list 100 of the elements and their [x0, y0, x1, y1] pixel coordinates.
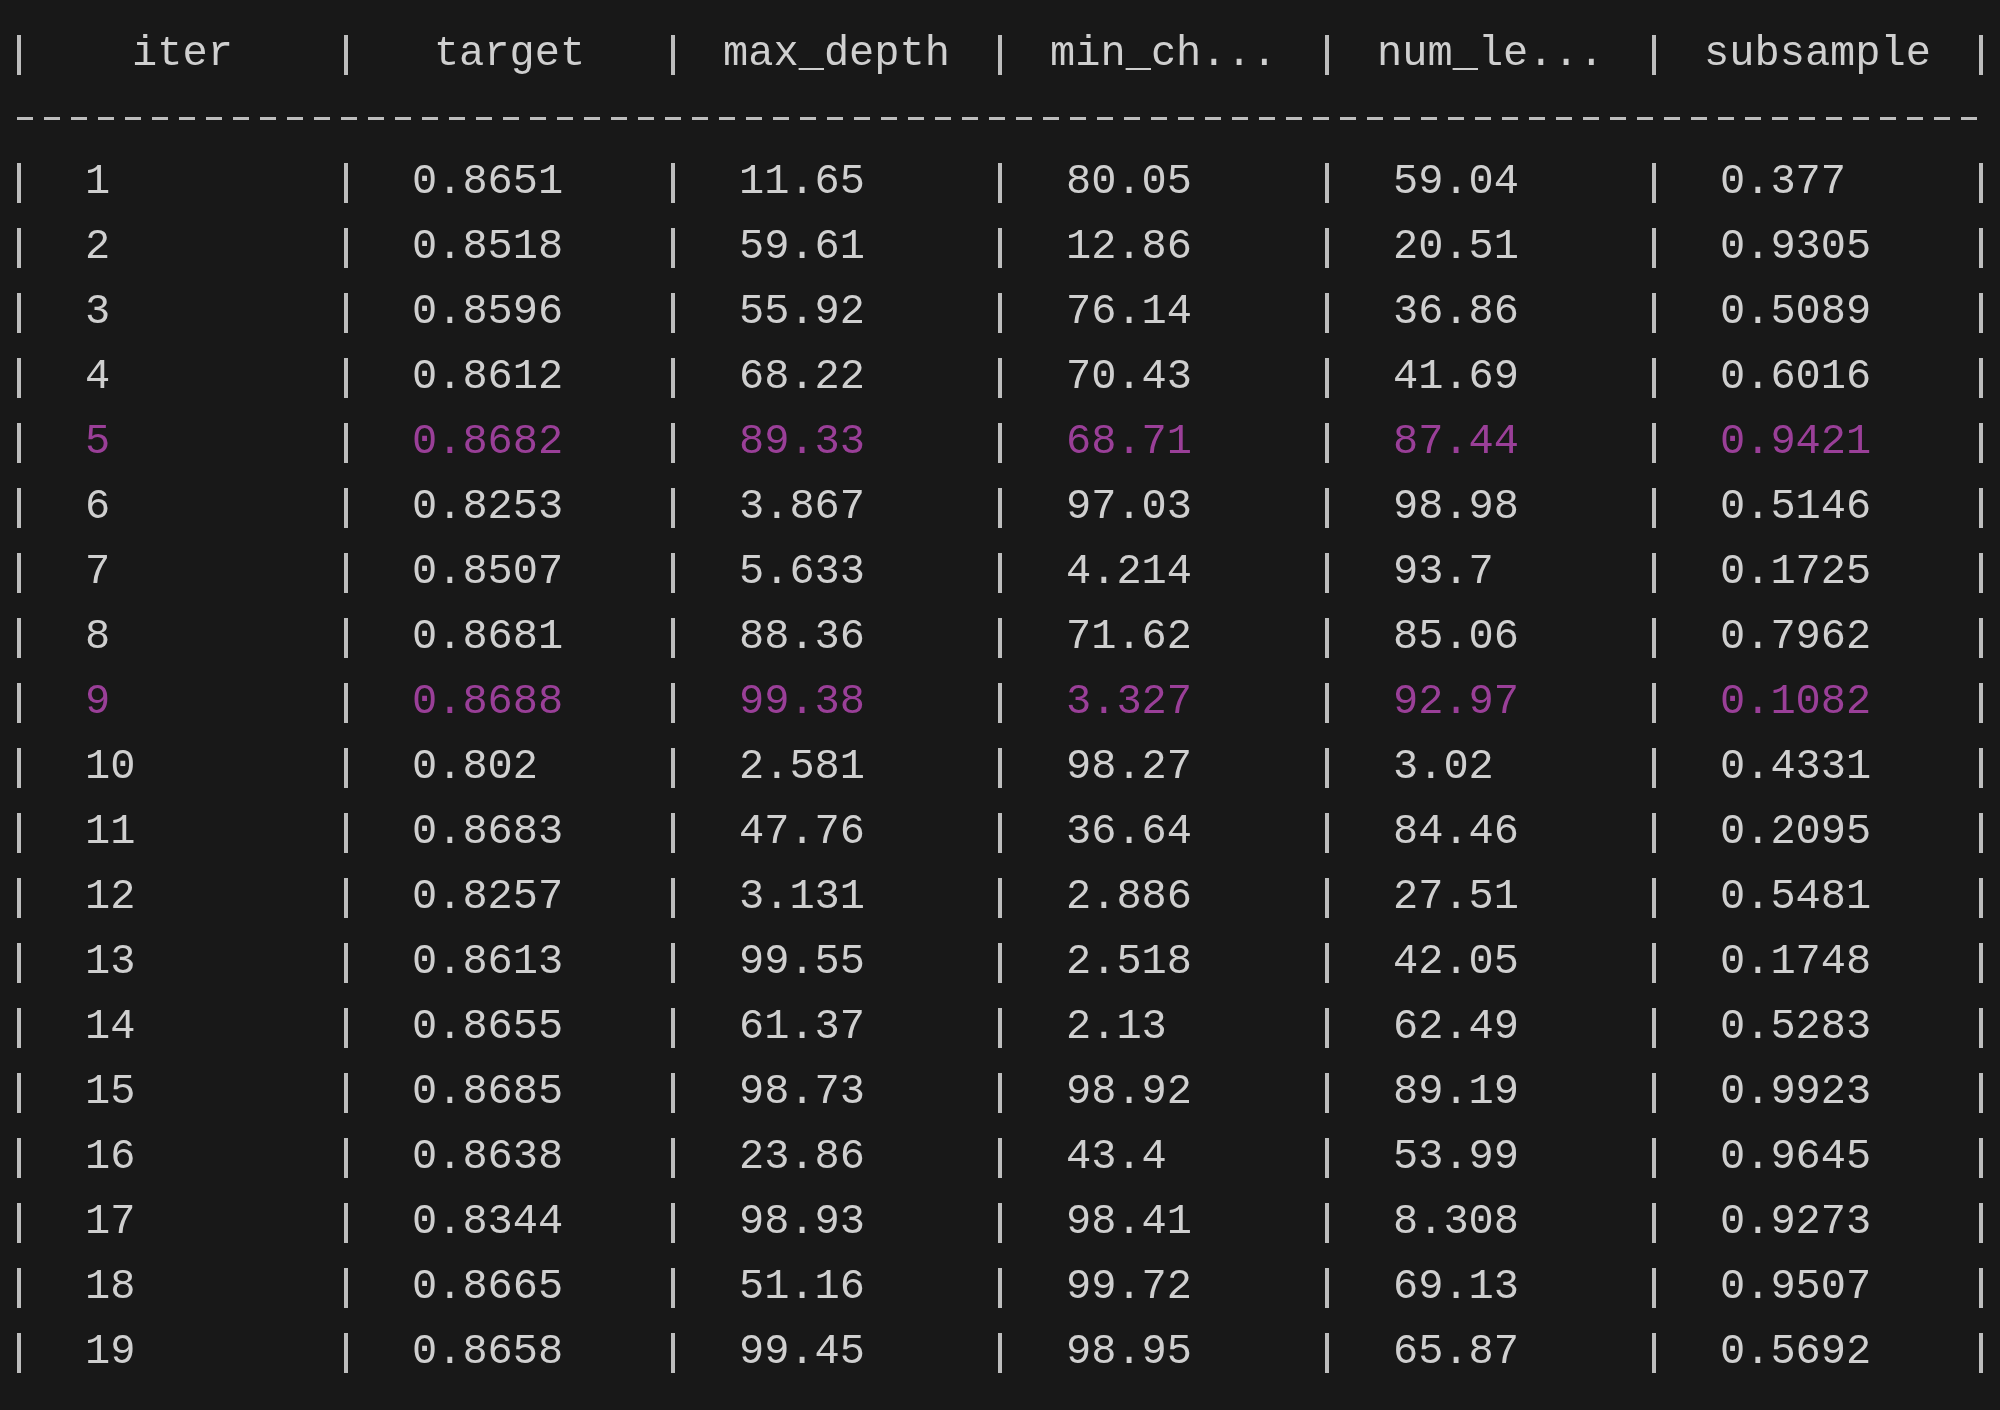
table-cell-text: 2.518 — [1065, 937, 1193, 988]
table-cell-text: 13 — [84, 937, 136, 988]
table-cell-text: 51.16 — [738, 1262, 866, 1313]
table-cell-text: 14 — [84, 1002, 136, 1053]
table-cell-text: 0.5089 — [1719, 287, 1872, 338]
table-cell-text: 2.886 — [1065, 872, 1193, 923]
table-cell-text: 0.8665 — [411, 1262, 564, 1313]
table-cell-text: 0.2095 — [1719, 807, 1872, 858]
table-cell-text: 98.92 — [1065, 1067, 1193, 1118]
table-cell-text: 0.8681 — [411, 612, 564, 663]
table-cell-text: 89.33 — [738, 417, 866, 468]
table-cell-text: 0.8682 — [411, 417, 564, 468]
table-cell-text: 93.7 — [1392, 547, 1494, 598]
table-cell-text: 0.9923 — [1719, 1067, 1872, 1118]
table-cell-text: 43.4 — [1065, 1132, 1167, 1183]
table-cell-text: 47.76 — [738, 807, 866, 858]
table-cell-text: 7 — [84, 547, 111, 598]
table-cell-text: 6 — [84, 482, 111, 533]
table-cell-text: 27.51 — [1392, 872, 1520, 923]
table-cell-text: 59.61 — [738, 222, 866, 273]
table-cell-text: 0.9273 — [1719, 1197, 1872, 1248]
table-cell-text: 89.19 — [1392, 1067, 1520, 1118]
table-cell-text: 92.97 — [1392, 677, 1520, 728]
table-cell-text: 3.867 — [738, 482, 866, 533]
table-cell-text: 15 — [84, 1067, 136, 1118]
table-cell-text: 0.377 — [1719, 157, 1847, 208]
table-cell-text: 0.7962 — [1719, 612, 1872, 663]
table-cell-text: 85.06 — [1392, 612, 1520, 663]
table-cell-text: 10 — [84, 742, 136, 793]
table-cell-text: 0.8344 — [411, 1197, 564, 1248]
table-cell-text: 0.9645 — [1719, 1132, 1872, 1183]
table-cell-text: 42.05 — [1392, 937, 1520, 988]
table-cell-text: 0.1082 — [1719, 677, 1872, 728]
table-cell-text: 0.5146 — [1719, 482, 1872, 533]
table-cell-text: 53.99 — [1392, 1132, 1520, 1183]
table-cell-text: 8 — [84, 612, 111, 663]
table-cell-text: 0.5692 — [1719, 1327, 1872, 1378]
table-cell-text: 36.86 — [1392, 287, 1520, 338]
table-cell-text: 2 — [84, 222, 111, 273]
table-cell-text: 12 — [84, 872, 136, 923]
column-header: min_ch... — [1049, 29, 1278, 80]
table-cell-text: 11.65 — [738, 157, 866, 208]
table-cell-text: 2.13 — [1065, 1002, 1167, 1053]
table-cell-text: 55.92 — [738, 287, 866, 338]
table-cell-text: 0.8685 — [411, 1067, 564, 1118]
table-cell-text: 0.8253 — [411, 482, 564, 533]
table-cell-text: 2.581 — [738, 742, 866, 793]
table-cell-text: 4.214 — [1065, 547, 1193, 598]
table-cell-text: 0.9305 — [1719, 222, 1872, 273]
table-cell-text: 98.41 — [1065, 1197, 1193, 1248]
table-cell-text: 16 — [84, 1132, 136, 1183]
table-cell-text: 0.9421 — [1719, 417, 1872, 468]
table-cell-text: 3.327 — [1065, 677, 1193, 728]
table-cell-text: 68.71 — [1065, 417, 1193, 468]
table-cell-text: 5 — [84, 417, 111, 468]
table-cell-text: 99.72 — [1065, 1262, 1193, 1313]
table-cell-text: 20.51 — [1392, 222, 1520, 273]
table-cell-text: 0.5481 — [1719, 872, 1872, 923]
table-cell-text: 97.03 — [1065, 482, 1193, 533]
table-cell-text: 3.131 — [738, 872, 866, 923]
table-cell-text: 87.44 — [1392, 417, 1520, 468]
table-cell-text: 0.8612 — [411, 352, 564, 403]
table-cell-text: 0.8613 — [411, 937, 564, 988]
table-cell-text: 0.8651 — [411, 157, 564, 208]
table-cell-text: 0.6016 — [1719, 352, 1872, 403]
table-cell-text: 0.8658 — [411, 1327, 564, 1378]
table-cell-text: 68.22 — [738, 352, 866, 403]
table-cell-text: 3.02 — [1392, 742, 1494, 793]
column-header: subsample — [1703, 29, 1932, 80]
table-cell-text: 12.86 — [1065, 222, 1193, 273]
column-header: max_depth — [722, 29, 951, 80]
table-cell-text: 0.802 — [411, 742, 539, 793]
table-cell-text: 8.308 — [1392, 1197, 1520, 1248]
table-cell-text: 59.04 — [1392, 157, 1520, 208]
table-cell-text: 0.8688 — [411, 677, 564, 728]
table-cell-text: 61.37 — [738, 1002, 866, 1053]
table-cell-text: 98.93 — [738, 1197, 866, 1248]
table-cell-text: 65.87 — [1392, 1327, 1520, 1378]
table-cell-text: 0.8518 — [411, 222, 564, 273]
table-cell-text: 18 — [84, 1262, 136, 1313]
table-cell-text: 0.8655 — [411, 1002, 564, 1053]
table-cell-text: 99.55 — [738, 937, 866, 988]
table-cell-text: 0.8683 — [411, 807, 564, 858]
table-cell-text: 11 — [84, 807, 136, 858]
table-cell-text: 99.45 — [738, 1327, 866, 1378]
table-cell-text: 84.46 — [1392, 807, 1520, 858]
table-cell-text: 0.8596 — [411, 287, 564, 338]
table-cell-text: 0.1748 — [1719, 937, 1872, 988]
table-cell-text: 36.64 — [1065, 807, 1193, 858]
table-cell-text: 76.14 — [1065, 287, 1193, 338]
table-cell-text: 23.86 — [738, 1132, 866, 1183]
table-cell-text: 17 — [84, 1197, 136, 1248]
table-cell-text: 98.73 — [738, 1067, 866, 1118]
table-cell-text: 19 — [84, 1327, 136, 1378]
table-cell-text: 98.27 — [1065, 742, 1193, 793]
column-header: num_le... — [1376, 29, 1605, 80]
column-header: target — [432, 29, 587, 80]
table-cell-text: 69.13 — [1392, 1262, 1520, 1313]
table-cell-text: 41.69 — [1392, 352, 1520, 403]
table-cell-text: 98.95 — [1065, 1327, 1193, 1378]
